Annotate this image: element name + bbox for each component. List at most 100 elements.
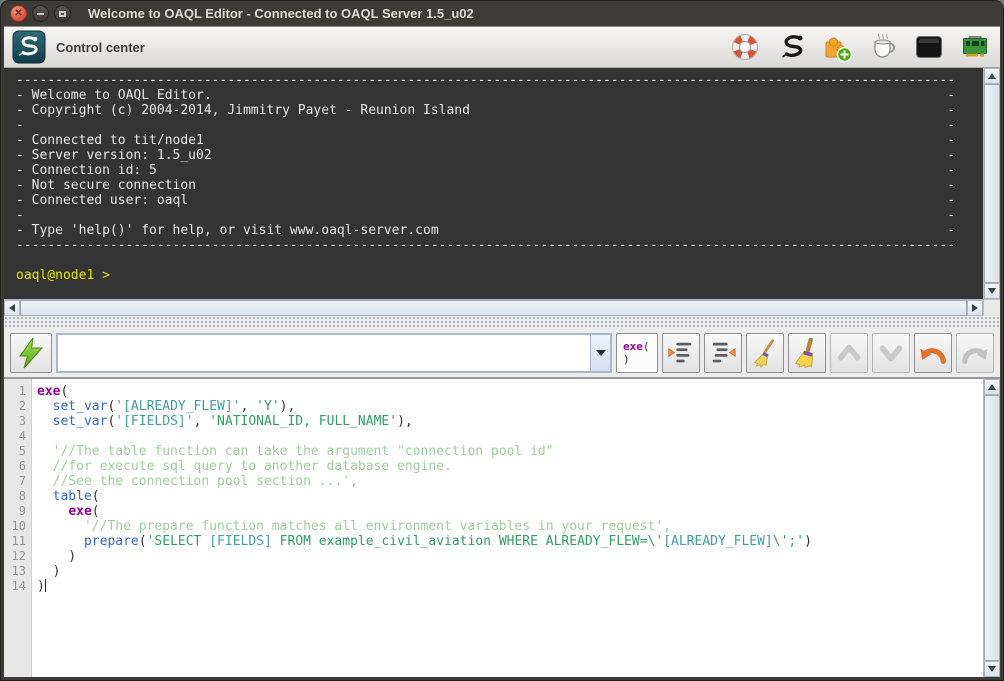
- window-title: Welcome to OAQL Editor - Connected to OA…: [88, 6, 474, 21]
- line-number: 14: [4, 579, 26, 594]
- terminal-line: - Connected user: oaql -: [16, 193, 983, 208]
- scrollbar-thumb[interactable]: [984, 84, 1000, 283]
- terminal-line: - Not secure connection -: [16, 178, 983, 193]
- outdent-icon: [708, 338, 738, 368]
- arrow-left-icon: [9, 304, 15, 312]
- code-line: exe(: [37, 504, 983, 519]
- exe-close-paren: ): [623, 353, 630, 366]
- clean-all-button[interactable]: [788, 333, 826, 373]
- outdent-button[interactable]: [704, 333, 742, 373]
- scroll-left-button[interactable]: [4, 300, 20, 316]
- terminal-line: - Connection id: 5 -: [16, 163, 983, 178]
- chevron-down-icon: [596, 350, 606, 356]
- terminal-line: - Type 'help()' for help, or visit www.o…: [16, 223, 983, 238]
- query-combobox: [56, 333, 612, 373]
- terminal-icon: [913, 31, 945, 63]
- scroll-right-button[interactable]: [967, 300, 983, 316]
- editor-vertical-scrollbar[interactable]: [983, 379, 1000, 677]
- redo-button[interactable]: [956, 333, 994, 373]
- terminal-vertical-scrollbar[interactable]: [983, 68, 1000, 299]
- line-number: 4: [4, 429, 26, 444]
- main-toolbar: Control center: [4, 26, 1000, 68]
- code-line: ): [37, 579, 983, 594]
- code-line: table(: [37, 489, 983, 504]
- lightning-icon: [15, 337, 47, 369]
- indent-icon: [666, 338, 696, 368]
- exe-template-label: exe: [623, 340, 643, 353]
- coffee-button[interactable]: [866, 30, 900, 64]
- editor-gutter: 1234567891011121314: [4, 379, 32, 677]
- scroll-up-button[interactable]: [984, 379, 1000, 395]
- terminal-line: - -: [16, 208, 983, 223]
- arrow-right-icon: [972, 304, 978, 312]
- editor-pane: 1234567891011121314 exe( set_var('[ALREA…: [4, 378, 1000, 677]
- minimize-button[interactable]: [32, 5, 49, 22]
- arrow-down-icon: [988, 666, 996, 672]
- exe-template-button[interactable]: exe( ): [616, 333, 658, 373]
- network-card-button[interactable]: [958, 30, 992, 64]
- minimize-icon: [37, 13, 44, 15]
- code-line: '//The prepare function matches all envi…: [37, 519, 983, 534]
- scroll-up-button[interactable]: [984, 68, 1000, 84]
- undo-icon: [918, 338, 948, 368]
- terminal-prompt: oaql@node1 >: [16, 268, 983, 283]
- terminal-line: ----------------------------------------…: [16, 238, 983, 253]
- query-input[interactable]: [58, 335, 590, 371]
- terminal-line: - Connected to tit/node1 -: [16, 133, 983, 148]
- terminal-output: ----------------------------------------…: [4, 68, 983, 299]
- redo-icon: [960, 338, 990, 368]
- line-number: 3: [4, 414, 26, 429]
- scroll-down-button[interactable]: [984, 283, 1000, 299]
- line-number: 2: [4, 399, 26, 414]
- line-number: 10: [4, 519, 26, 534]
- combobox-dropdown-button[interactable]: [590, 335, 610, 371]
- maximize-button[interactable]: [54, 5, 71, 22]
- scrollbar-thumb[interactable]: [20, 300, 967, 316]
- terminal-button[interactable]: [912, 30, 946, 64]
- code-line: prepare('SELECT [FIELDS] FROM example_ci…: [37, 534, 983, 549]
- scrollbar-corner: [983, 299, 1000, 316]
- code-line: //See the connection pool section ...',: [37, 474, 983, 489]
- line-number: 12: [4, 549, 26, 564]
- terminal-pane: ----------------------------------------…: [4, 68, 1000, 316]
- command-bar: exe( ): [4, 328, 1000, 378]
- code-line: set_var('[FIELDS]', 'NATIONAL_ID, FULL_N…: [37, 414, 983, 429]
- puzzle-add-icon: [821, 31, 853, 63]
- arrow-up-icon: [988, 384, 996, 390]
- exe-open-paren: (: [643, 340, 650, 353]
- line-number: 13: [4, 564, 26, 579]
- scrollbar-thumb[interactable]: [984, 395, 1000, 661]
- help-lifebuoy-button[interactable]: [728, 30, 762, 64]
- execute-button[interactable]: [10, 333, 52, 373]
- pane-splitter[interactable]: [4, 316, 1000, 328]
- terminal-line: - Copyright (c) 2004-2014, Jimmitry Paye…: [16, 103, 983, 118]
- coffee-icon: [867, 31, 899, 63]
- scroll-down-button[interactable]: [984, 661, 1000, 677]
- line-number: 8: [4, 489, 26, 504]
- line-number: 7: [4, 474, 26, 489]
- close-button[interactable]: ✕: [10, 5, 27, 22]
- code-line: set_var('[ALREADY_FLEW]', 'Y'),: [37, 399, 983, 414]
- chevron-up-icon: [834, 338, 864, 368]
- titlebar[interactable]: ✕ Welcome to OAQL Editor - Connected to …: [4, 1, 1000, 26]
- snake-tool-button[interactable]: [774, 30, 808, 64]
- maximize-icon: [59, 11, 66, 17]
- line-number: 1: [4, 384, 26, 399]
- clean-button[interactable]: [746, 333, 784, 373]
- code-line: ): [37, 564, 983, 579]
- editor-code[interactable]: exe( set_var('[ALREADY_FLEW]', 'Y'), set…: [32, 379, 983, 677]
- move-down-button[interactable]: [872, 333, 910, 373]
- broom-small-icon: [750, 338, 780, 368]
- app-label: Control center: [56, 40, 145, 55]
- add-plugin-button[interactable]: [820, 30, 854, 64]
- undo-button[interactable]: [914, 333, 952, 373]
- terminal-horizontal-scrollbar[interactable]: [4, 299, 983, 316]
- close-icon: ✕: [14, 9, 22, 19]
- code-line: exe(: [37, 384, 983, 399]
- lifebuoy-help-icon: [729, 31, 761, 63]
- chevron-down-icon: [876, 338, 906, 368]
- move-up-button[interactable]: [830, 333, 868, 373]
- code-line: [37, 429, 983, 444]
- line-number: 6: [4, 459, 26, 474]
- indent-button[interactable]: [662, 333, 700, 373]
